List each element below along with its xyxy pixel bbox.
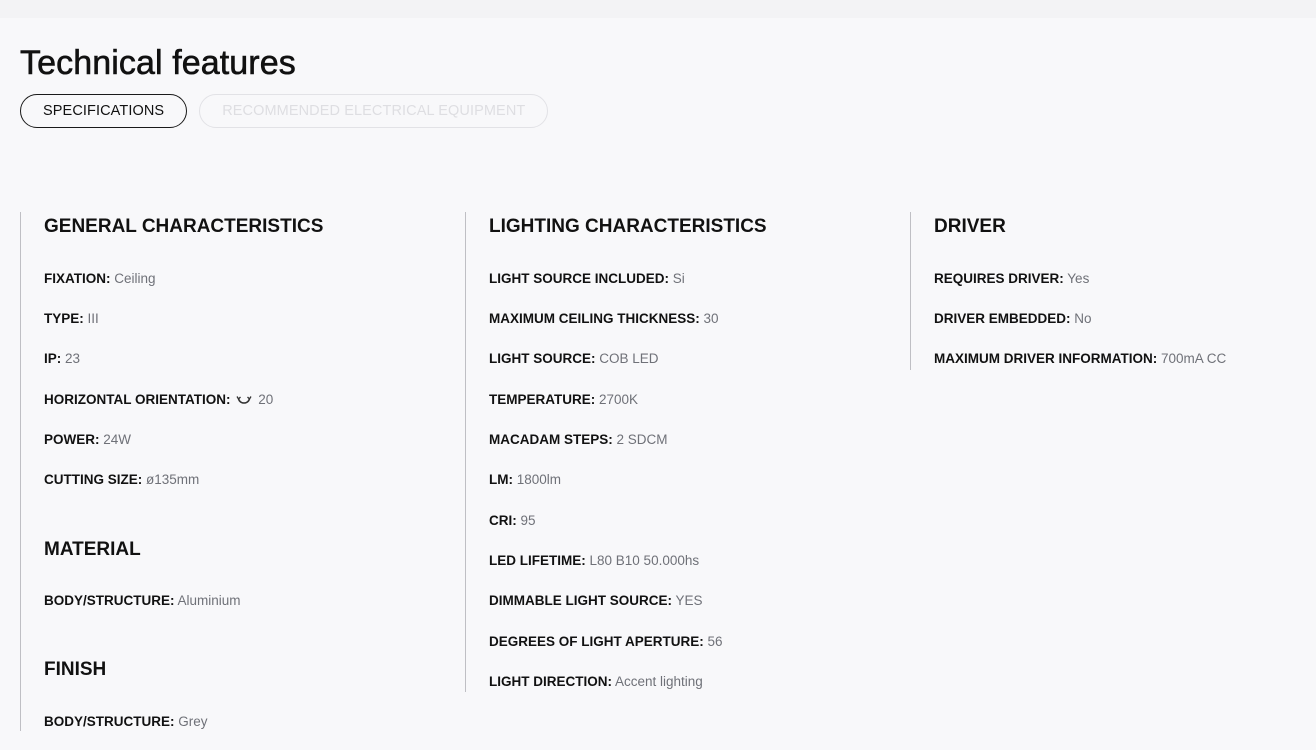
spec-key: TEMPERATURE: <box>489 392 596 407</box>
spec-key: HORIZONTAL ORIENTATION: <box>44 392 231 407</box>
lighting-characteristics-title: LIGHTING CHARACTERISTICS <box>489 216 767 237</box>
spec-key: MAXIMUM CEILING THICKNESS: <box>489 311 700 326</box>
spec-row-requires-driver: REQUIRES DRIVER: Yes <box>934 271 1089 287</box>
spec-row-light-direction: LIGHT DIRECTION: Accent lighting <box>489 674 703 690</box>
spec-key: LIGHT DIRECTION: <box>489 674 612 689</box>
spec-row-material-body: BODY/STRUCTURE: Aluminium <box>44 593 241 609</box>
spec-row-lm: LM: 1800lm <box>489 472 561 488</box>
spec-value: L80 B10 50.000hs <box>589 553 700 568</box>
driver-title: DRIVER <box>934 216 1006 237</box>
spec-key: FIXATION: <box>44 271 111 286</box>
spec-row-macadam-steps: MACADAM STEPS: 2 SDCM <box>489 432 668 448</box>
spec-key: DIMMABLE LIGHT SOURCE: <box>489 593 672 608</box>
spec-value: COB LED <box>599 351 659 366</box>
spec-value: 1800lm <box>516 472 562 487</box>
spec-row-ip: IP: 23 <box>44 351 80 367</box>
tab-recommended-electrical-equipment[interactable]: RECOMMENDED ELECTRICAL EQUIPMENT <box>199 94 549 128</box>
rotation-icon <box>236 396 252 404</box>
material-title: MATERIAL <box>44 539 141 560</box>
spec-key: LED LIFETIME: <box>489 553 586 568</box>
lighting-column: LIGHTING CHARACTERISTICS LIGHT SOURCE IN… <box>465 212 905 692</box>
spec-key: CUTTING SIZE: <box>44 472 143 487</box>
tab-specifications[interactable]: SPECIFICATIONS <box>20 94 188 128</box>
general-characteristics-title: GENERAL CHARACTERISTICS <box>44 216 324 237</box>
technical-features-page: Technical features SPECIFICATIONS RECOMM… <box>0 0 1316 750</box>
general-column: GENERAL CHARACTERISTICS FIXATION: Ceilin… <box>20 212 460 731</box>
spec-key: POWER: <box>44 432 100 447</box>
spec-value: 2 SDCM <box>616 432 668 447</box>
spec-value: Si <box>672 271 685 286</box>
spec-row-cri: CRI: 95 <box>489 513 536 529</box>
spec-key: MACADAM STEPS: <box>489 432 613 447</box>
spec-value: 95 <box>520 513 536 528</box>
finish-title: FINISH <box>44 659 107 680</box>
spec-key: DRIVER EMBEDDED: <box>934 311 1071 326</box>
spec-value: ø135mm <box>146 472 200 487</box>
spec-key: DEGREES OF LIGHT APERTURE: <box>489 634 704 649</box>
spec-row-finish-body: BODY/STRUCTURE: Grey <box>44 714 208 730</box>
spec-key: BODY/STRUCTURE: <box>44 714 175 729</box>
spec-key: IP: <box>44 351 62 366</box>
spec-value: 20 <box>258 392 274 407</box>
spec-value: III <box>87 311 99 326</box>
spec-key: LIGHT SOURCE: <box>489 351 596 366</box>
spec-row-fixation: FIXATION: Ceiling <box>44 271 156 287</box>
spec-row-led-lifetime: LED LIFETIME: L80 B10 50.000hs <box>489 553 699 569</box>
spec-value: No <box>1074 311 1092 326</box>
spec-key: REQUIRES DRIVER: <box>934 271 1064 286</box>
spec-row-light-source-included: LIGHT SOURCE INCLUDED: Si <box>489 271 685 287</box>
spec-value: Yes <box>1067 271 1090 286</box>
spec-row-cutting-size: CUTTING SIZE: ø135mm <box>44 472 199 488</box>
spec-value: 56 <box>707 634 723 649</box>
spec-value: Accent lighting <box>615 674 703 689</box>
spec-key: TYPE: <box>44 311 84 326</box>
spec-row-driver-embedded: DRIVER EMBEDDED: No <box>934 311 1092 327</box>
spec-key: CRI: <box>489 513 517 528</box>
spec-row-max-driver-information: MAXIMUM DRIVER INFORMATION: 700mA CC <box>934 351 1226 367</box>
spec-key: BODY/STRUCTURE: <box>44 593 175 608</box>
spec-row-max-ceiling-thickness: MAXIMUM CEILING THICKNESS: 30 <box>489 311 719 327</box>
spec-row-temperature: TEMPERATURE: 2700K <box>489 392 638 408</box>
spec-row-power: POWER: 24W <box>44 432 131 448</box>
spec-row-type: TYPE: III <box>44 311 99 327</box>
spec-row-degrees-light-aperture: DEGREES OF LIGHT APERTURE: 56 <box>489 634 723 650</box>
spec-value: 2700K <box>599 392 639 407</box>
spec-row-horizontal-orientation: HORIZONTAL ORIENTATION: 20 <box>44 392 273 408</box>
spec-value: 23 <box>65 351 81 366</box>
spec-row-light-source: LIGHT SOURCE: COB LED <box>489 351 659 367</box>
spec-key: MAXIMUM DRIVER INFORMATION: <box>934 351 1158 366</box>
spec-key: LIGHT SOURCE INCLUDED: <box>489 271 669 286</box>
tab-bar: SPECIFICATIONS RECOMMENDED ELECTRICAL EQ… <box>20 94 549 128</box>
spec-value: 24W <box>103 432 132 447</box>
spec-key: LM: <box>489 472 513 487</box>
spec-value: Aluminium <box>177 593 241 608</box>
spec-value: Ceiling <box>114 271 156 286</box>
spec-value: Grey <box>178 714 208 729</box>
spec-value: 30 <box>703 311 719 326</box>
page-title: Technical features <box>20 44 296 83</box>
driver-column: DRIVER REQUIRES DRIVER: Yes DRIVER EMBED… <box>910 212 1310 370</box>
spec-value: YES <box>675 593 703 608</box>
spec-value: 700mA CC <box>1161 351 1227 366</box>
spec-row-dimmable-light-source: DIMMABLE LIGHT SOURCE: YES <box>489 593 703 609</box>
